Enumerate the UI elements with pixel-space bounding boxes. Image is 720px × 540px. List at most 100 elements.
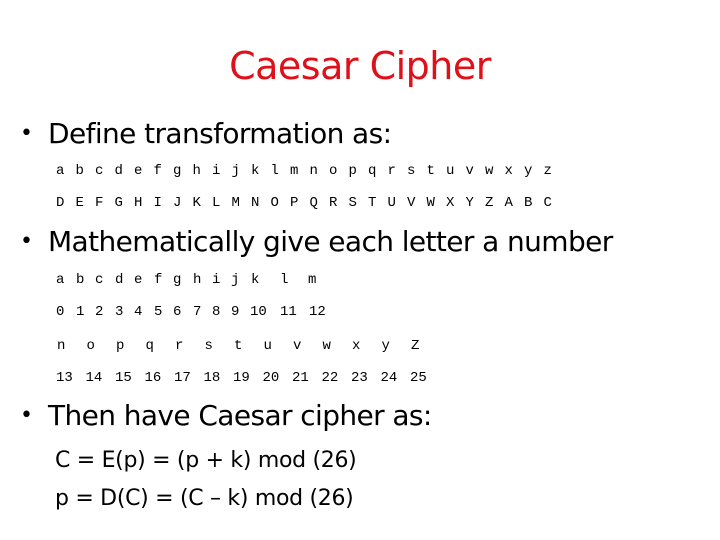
cipher-letter: R	[329, 195, 338, 211]
letter-number: 12	[309, 304, 326, 320]
letter-number: 14	[85, 370, 103, 386]
letter-number: 10	[250, 304, 267, 320]
plain-letter: j	[231, 163, 240, 179]
cipher-letter: Z	[485, 195, 494, 211]
letter: h	[193, 272, 202, 288]
decrypt-formula: p = D(C) = (C – k) mod (26)	[55, 486, 354, 511]
plain-letter: l	[270, 163, 279, 179]
letter-number: 20	[262, 370, 280, 386]
letter-number: 23	[351, 370, 368, 386]
plain-letter: w	[485, 163, 494, 179]
letter-number: 16	[144, 370, 162, 386]
bullet-text: Then have Caesar cipher as:	[48, 399, 432, 432]
cipher-letter: I	[153, 195, 162, 211]
letter: d	[115, 272, 124, 288]
bullet-text: Define transformation as:	[48, 117, 392, 150]
letter: b	[76, 272, 85, 288]
cipher-letter: W	[426, 195, 435, 211]
cipher-letter: G	[114, 195, 123, 211]
letter-number: 15	[115, 370, 132, 386]
bullet-dot-icon: •	[20, 229, 33, 254]
plain-letter: a	[56, 163, 65, 179]
letter-number: 22	[321, 370, 339, 386]
plain-letter: r	[387, 163, 396, 179]
cipher-letter: H	[134, 195, 143, 211]
letter: t	[234, 338, 243, 354]
letter: n	[57, 338, 66, 354]
plain-letter: d	[114, 163, 123, 179]
letter: a	[56, 272, 65, 288]
plain-letter: s	[407, 163, 416, 179]
letter-number: 24	[380, 370, 398, 386]
encrypt-formula: C = E(p) = (p + k) mod (26)	[55, 448, 357, 473]
letter: j	[231, 272, 240, 288]
cipher-letter: N	[251, 195, 260, 211]
letter-number: 25	[410, 370, 427, 386]
letter: k	[251, 272, 260, 288]
plain-letter: v	[465, 163, 474, 179]
letter-number: 7	[193, 304, 202, 320]
plain-letter: c	[95, 163, 104, 179]
cipher-letter: O	[270, 195, 279, 211]
letter: r	[175, 338, 184, 354]
plain-letter: q	[368, 163, 377, 179]
cipher-letter: C	[543, 195, 552, 211]
cipher-letter: M	[231, 195, 240, 211]
plain-letter: o	[329, 163, 338, 179]
letter: c	[95, 272, 104, 288]
letter-number: 4	[134, 304, 143, 320]
plain-letter: b	[75, 163, 84, 179]
letter-number: 1	[76, 304, 85, 320]
plain-letter: g	[173, 163, 182, 179]
cipher-letter: L	[212, 195, 221, 211]
letter-number: 13	[56, 370, 73, 386]
cipher-letter: Y	[465, 195, 474, 211]
letter-number: 8	[212, 304, 221, 320]
plain-letter: x	[504, 163, 513, 179]
letter: w	[322, 338, 331, 354]
bullet-dot-icon: •	[20, 403, 33, 428]
plain-letter: y	[524, 163, 533, 179]
bullet-dot-icon: •	[20, 121, 33, 146]
cipher-letter: A	[504, 195, 513, 211]
plain-letter: f	[153, 163, 162, 179]
letter-number: 6	[173, 304, 182, 320]
letter-number: 11	[280, 304, 297, 320]
letter-number: 2	[95, 304, 104, 320]
plain-letter: u	[446, 163, 455, 179]
letter: x	[352, 338, 361, 354]
plain-letter: k	[251, 163, 260, 179]
letter: p	[116, 338, 125, 354]
letter-number: 17	[174, 370, 191, 386]
letter: y	[381, 338, 390, 354]
letter-number: 18	[203, 370, 221, 386]
letter: o	[86, 338, 95, 354]
cipher-letter: J	[173, 195, 182, 211]
letter: u	[263, 338, 272, 354]
bullet-text: Mathematically give each letter a number	[48, 225, 613, 258]
letter: e	[134, 272, 143, 288]
cipher-letter: Q	[309, 195, 318, 211]
letter: q	[145, 338, 154, 354]
cipher-letter: P	[290, 195, 299, 211]
letter-number: 5	[154, 304, 163, 320]
plain-letter: i	[212, 163, 221, 179]
letter: v	[293, 338, 302, 354]
letter-number: 9	[231, 304, 240, 320]
plain-letter: z	[543, 163, 552, 179]
slide-title-text: Caesar Cipher	[229, 44, 491, 88]
letter: g	[173, 272, 182, 288]
cipher-letter: F	[95, 195, 104, 211]
cipher-letter: K	[192, 195, 201, 211]
cipher-letter: E	[75, 195, 84, 211]
letter: m	[308, 272, 317, 288]
cipher-letter: B	[524, 195, 533, 211]
letter-number: 0	[56, 304, 65, 320]
cipher-letter: S	[348, 195, 357, 211]
letter: s	[204, 338, 213, 354]
cipher-letter: X	[446, 195, 455, 211]
letter-number: 3	[115, 304, 124, 320]
plain-letter: h	[192, 163, 201, 179]
letter: l	[280, 272, 289, 288]
slide-title: Caesar Cipher	[0, 44, 720, 88]
